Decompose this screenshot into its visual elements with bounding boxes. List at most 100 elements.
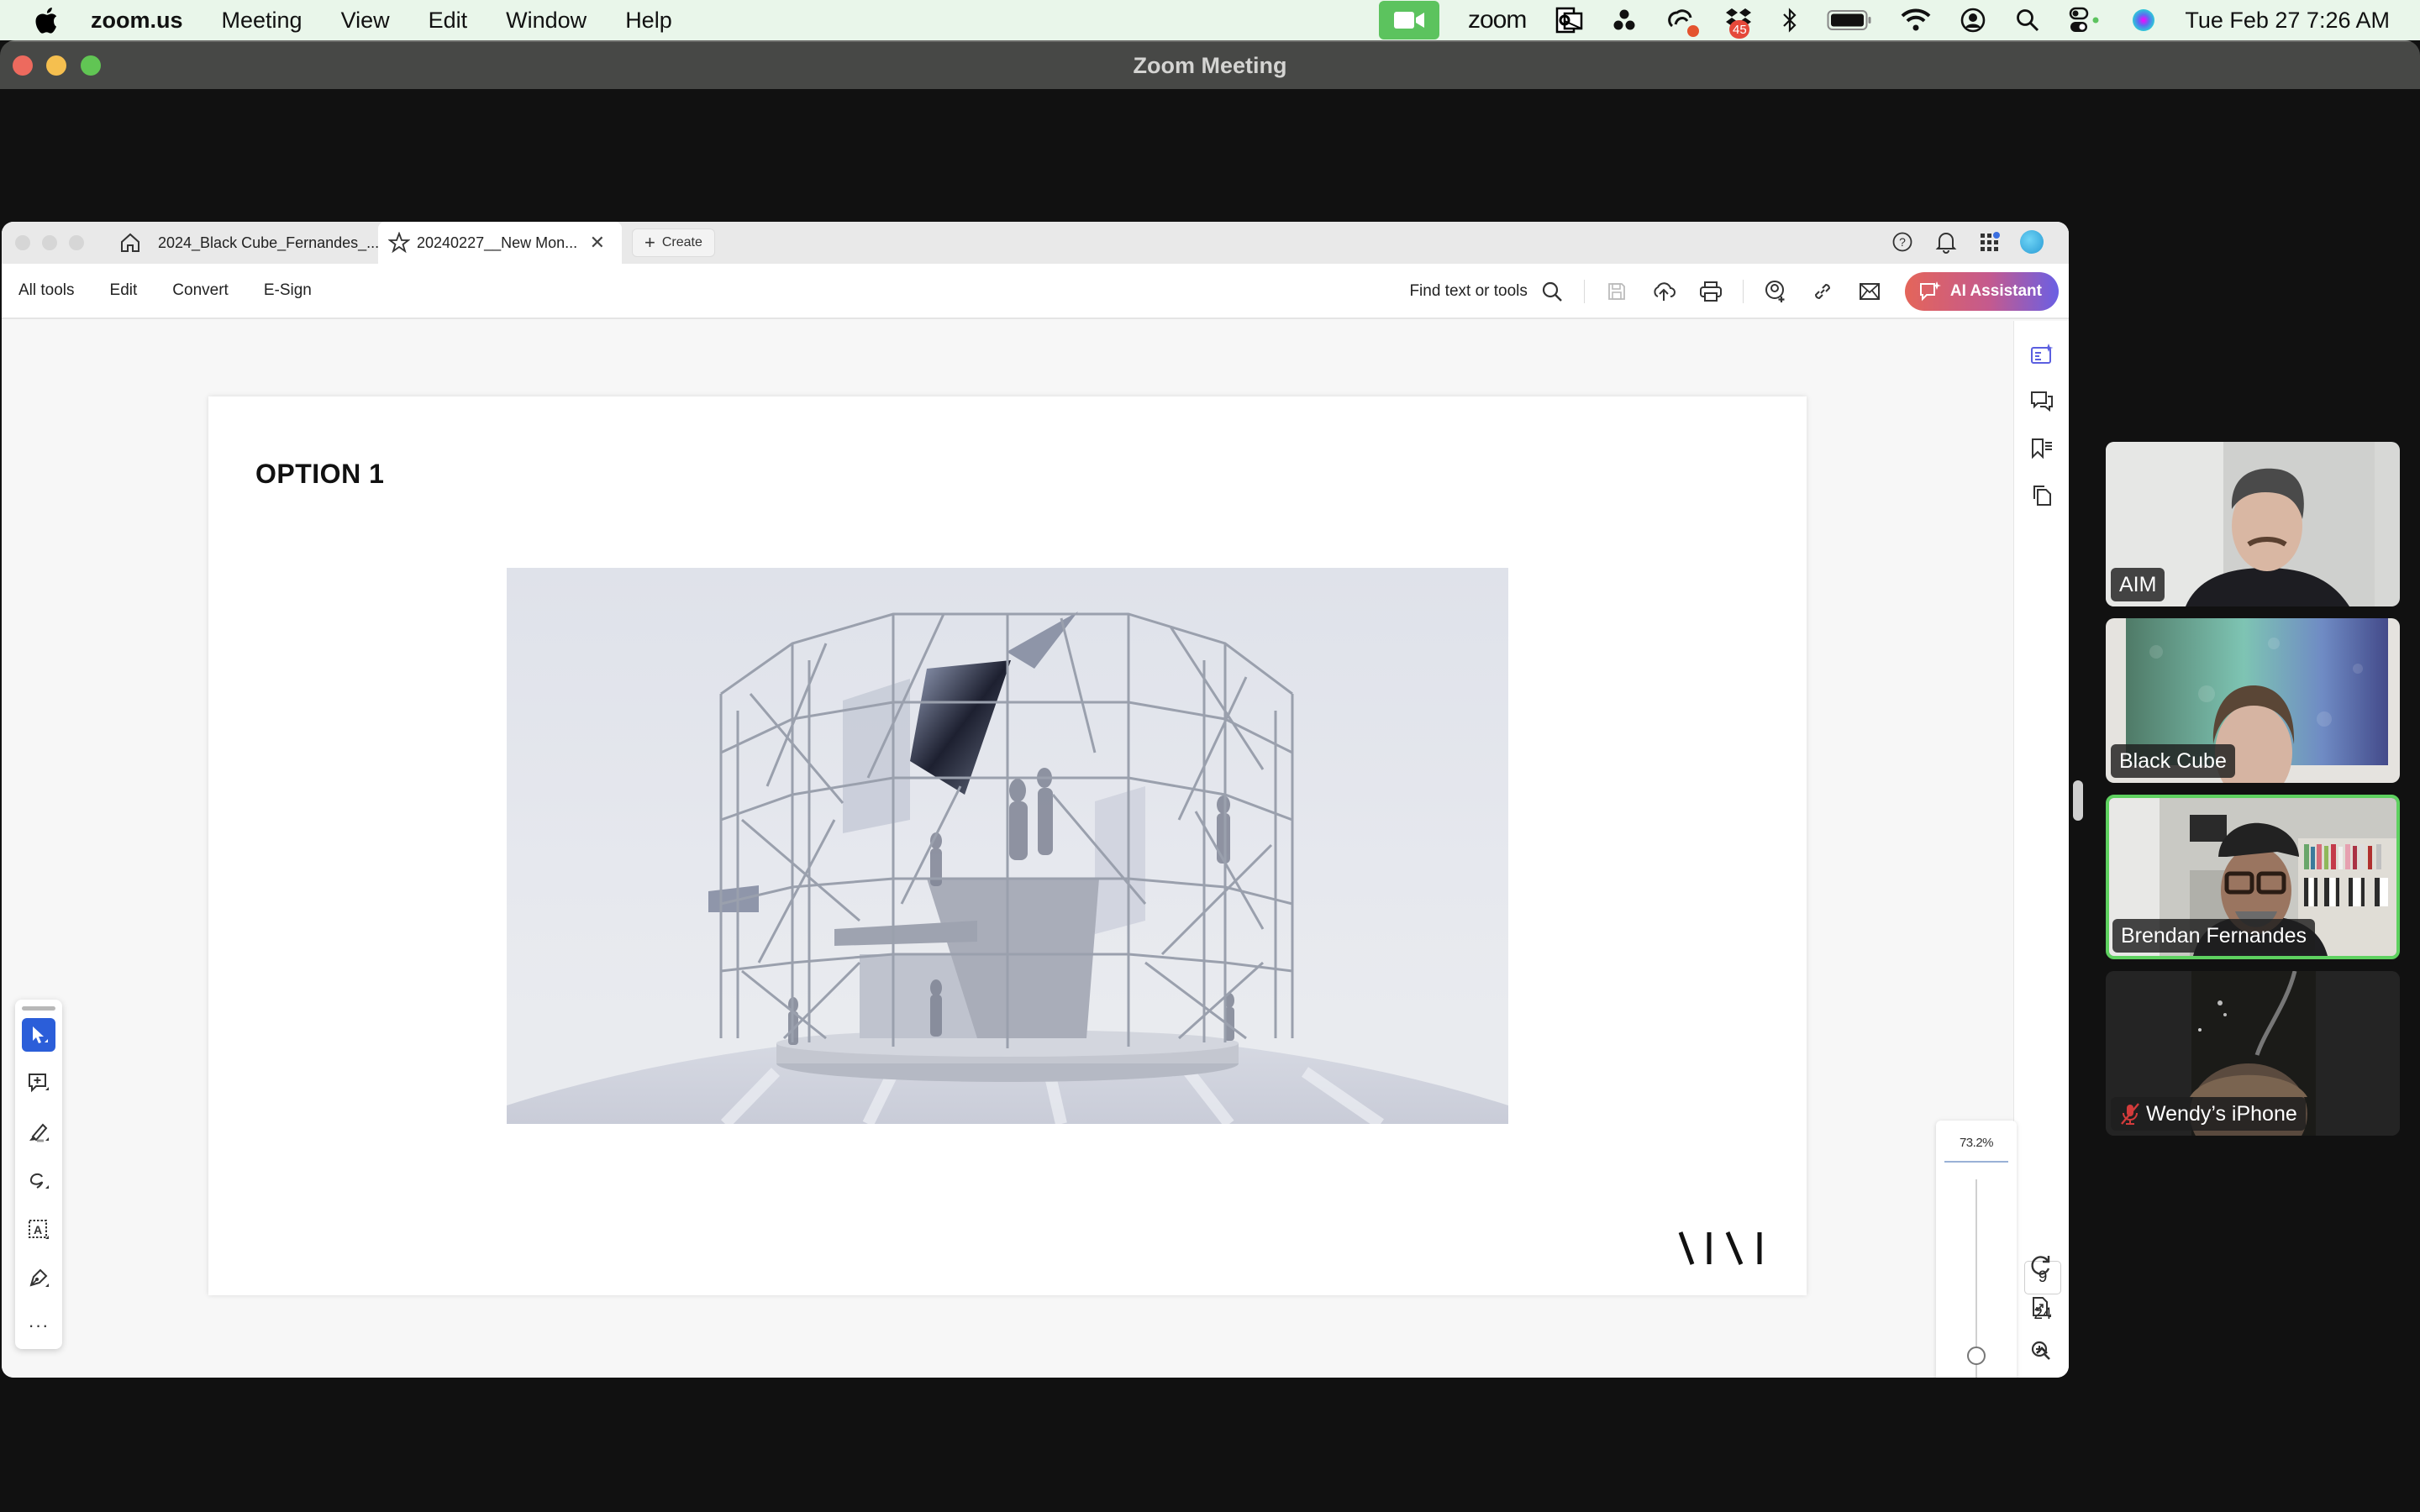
text-box-icon: A	[29, 1220, 49, 1239]
menu-edit[interactable]: Edit	[429, 8, 468, 34]
document-viewport[interactable]: OPTION 1 A ···	[2, 321, 2013, 1378]
sign-tool-button[interactable]	[22, 1262, 55, 1295]
zoom-slider-thumb[interactable]	[1967, 1346, 1986, 1365]
bluetooth-icon[interactable]	[1781, 0, 1798, 40]
rotate-button[interactable]	[2026, 1250, 2056, 1280]
zoom-titlebar: Zoom Meeting	[0, 40, 2420, 89]
more-tools-button[interactable]: ···	[22, 1309, 55, 1342]
help-icon[interactable]: ?	[1889, 228, 1916, 255]
wifi-icon[interactable]	[1901, 0, 1931, 40]
menu-e-sign[interactable]: E-Sign	[264, 281, 312, 300]
copy-link-icon[interactable]	[1808, 277, 1837, 306]
toolbar-drag-handle[interactable]	[22, 1006, 55, 1011]
siri-icon[interactable]	[2131, 0, 2156, 40]
add-comment-tool-button[interactable]	[22, 1067, 55, 1100]
bookmarks-panel-button[interactable]	[2027, 433, 2057, 464]
cursor-arrow-icon	[33, 1026, 48, 1043]
ai-summary-icon	[2031, 344, 2054, 364]
comment-plus-icon	[29, 1074, 49, 1093]
select-tool-button[interactable]	[22, 1018, 55, 1052]
zoom-input-underline	[1944, 1161, 2008, 1163]
fit-page-button[interactable]	[2026, 1292, 2056, 1322]
tab-new-monument-document[interactable]: 20240227__New Mon... ✕	[378, 222, 622, 264]
zoom-in-icon	[2031, 1341, 2050, 1360]
freehand-draw-icon	[29, 1173, 49, 1189]
three-dots-app-icon[interactable]	[1612, 0, 1637, 40]
control-center-icon[interactable]	[2069, 0, 2102, 40]
search-icon[interactable]	[1538, 277, 1566, 306]
shared-screen-acrobat: 2024_Black Cube_Fernandes_... 20240227__…	[2, 222, 2069, 1378]
svg-text:?: ?	[1899, 235, 1906, 249]
generative-summary-button[interactable]	[2027, 339, 2057, 370]
menu-view[interactable]: View	[341, 8, 390, 34]
pavilion-rendering-image	[507, 568, 1508, 1124]
highlight-tool-button[interactable]	[22, 1116, 55, 1149]
star-icon[interactable]	[388, 232, 410, 254]
ai-assistant-button[interactable]: AI Assistant	[1904, 272, 2059, 311]
print-icon[interactable]	[1697, 277, 1725, 306]
creative-cloud-icon[interactable]	[1665, 0, 1700, 40]
tab-close-icon[interactable]: ✕	[590, 232, 605, 254]
spotlight-search-icon[interactable]	[2015, 0, 2040, 40]
bookmark-list-icon	[2032, 438, 2052, 459]
tab-label: 2024_Black Cube_Fernandes_...	[158, 234, 380, 251]
cloud-upload-icon[interactable]	[1649, 277, 1678, 306]
comments-panel-button[interactable]	[2027, 386, 2057, 417]
menu-meeting[interactable]: Meeting	[222, 8, 302, 34]
dropbox-icon[interactable]: 45	[1724, 0, 1753, 40]
pavilion-rendering-illustration	[507, 612, 1508, 1124]
apps-grid-icon[interactable]	[1976, 228, 2003, 255]
create-label: Create	[661, 235, 702, 249]
zoom-video-status-icon[interactable]	[1378, 1, 1439, 39]
macos-menubar: zoom.us Meeting View Edit Window Help zo…	[0, 0, 2420, 40]
window-minimize-button[interactable]	[46, 55, 66, 76]
menu-app-name[interactable]: zoom.us	[91, 8, 183, 34]
acrobat-toolbar: All tools Edit Convert E-Sign Find text …	[2, 264, 2069, 319]
menu-all-tools[interactable]: All tools	[18, 281, 75, 300]
menu-help[interactable]: Help	[625, 8, 672, 34]
comments-icon	[2031, 391, 2053, 412]
draw-tool-button[interactable]	[22, 1164, 55, 1198]
microphone-muted-icon	[2121, 1103, 2139, 1125]
right-panel-rail: 9 24	[2013, 321, 2069, 1378]
window-close-button[interactable]	[13, 55, 33, 76]
email-icon[interactable]	[1855, 277, 1884, 306]
participant-tile-brendan-fernandes[interactable]: Brendan Fernandes	[2106, 795, 2400, 959]
share-with-people-icon[interactable]	[1761, 277, 1790, 306]
participant-name-text: AIM	[2119, 572, 2157, 596]
tab-label: 20240227__New Mon...	[417, 234, 578, 251]
menu-window[interactable]: Window	[506, 8, 587, 34]
menubar-clock[interactable]: Tue Feb 27 7:26 AM	[2185, 8, 2390, 34]
battery-icon[interactable]	[1827, 0, 1872, 40]
apple-menu-icon[interactable]	[32, 6, 60, 34]
tab-black-cube-document[interactable]: 2024_Black Cube_Fernandes_...	[143, 222, 380, 264]
participant-tile-wendys-iphone[interactable]: Wendy’s iPhone	[2106, 971, 2400, 1136]
window-fullscreen-button[interactable]	[81, 55, 101, 76]
participant-tile-aim[interactable]: AIM	[2106, 442, 2400, 606]
home-icon[interactable]	[118, 230, 143, 255]
zoom-percentage-input[interactable]: 73.2%	[1936, 1136, 2017, 1150]
page-thumbnails-button[interactable]	[2027, 480, 2057, 511]
save-icon[interactable]	[1602, 277, 1631, 306]
participant-name-text: Black Cube	[2119, 748, 2227, 773]
find-text-or-tools-button[interactable]: Find text or tools	[1409, 282, 1527, 301]
menu-edit[interactable]: Edit	[110, 281, 138, 300]
panel-resize-handle[interactable]	[2073, 780, 2083, 821]
participant-tile-black-cube[interactable]: Black Cube	[2106, 618, 2400, 783]
highlighter-pen-icon	[29, 1123, 49, 1142]
menu-convert[interactable]: Convert	[172, 281, 229, 300]
zoom-menubar-label[interactable]: zoom	[1468, 0, 1527, 40]
aim-logo	[1677, 1230, 1765, 1267]
user-avatar[interactable]	[2020, 230, 2044, 254]
rotate-clockwise-icon	[2031, 1256, 2050, 1275]
user-account-icon[interactable]	[1960, 0, 1986, 40]
menubar-tray: zoom 45 Tue Feb 27 7:26 AM	[1378, 0, 2390, 40]
zoom-in-button[interactable]	[2026, 1336, 2056, 1366]
fountain-pen-icon	[29, 1268, 49, 1287]
acrobat-tab-bar: 2024_Black Cube_Fernandes_... 20240227__…	[2, 222, 2069, 264]
create-button[interactable]: + Create	[632, 228, 715, 257]
notifications-bell-icon[interactable]	[1933, 228, 1960, 255]
window-title: Zoom Meeting	[1133, 52, 1287, 78]
text-box-tool-button[interactable]: A	[22, 1213, 55, 1247]
outlook-icon[interactable]	[1555, 0, 1583, 40]
